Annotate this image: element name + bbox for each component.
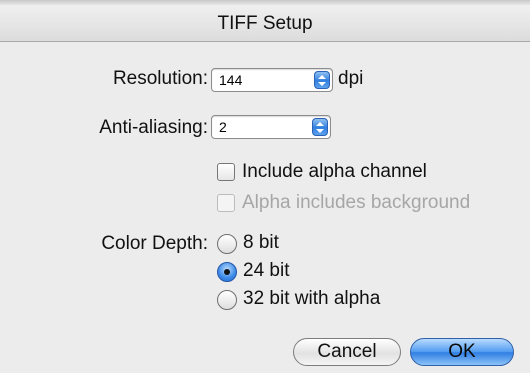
antialiasing-popup[interactable]: 2 (211, 115, 331, 139)
resolution-label: Resolution: (112, 68, 208, 89)
alpha-background-checkbox (217, 194, 235, 212)
up-arrow-icon (318, 75, 326, 79)
resolution-value[interactable]: 144 (219, 72, 242, 88)
include-alpha-checkbox[interactable] (217, 163, 235, 181)
title-bar-edge (0, 0, 530, 5)
color-depth-32bit-label[interactable]: 32 bit with alpha (243, 288, 380, 310)
down-arrow-icon (316, 129, 324, 133)
resolution-combo[interactable]: 144 (211, 68, 333, 92)
antialiasing-value: 2 (219, 119, 227, 135)
antialiasing-label: Anti-aliasing: (99, 117, 208, 138)
up-arrow-icon (316, 122, 324, 126)
title-bar[interactable]: TIFF Setup (0, 0, 530, 42)
resolution-stepper-icon[interactable] (314, 71, 330, 89)
antialiasing-popup-arrows-icon (312, 118, 328, 136)
radio-dot-icon (224, 269, 230, 275)
window-title: TIFF Setup (217, 13, 313, 34)
cancel-button[interactable]: Cancel (293, 338, 401, 366)
down-arrow-icon (318, 82, 326, 86)
color-depth-label: Color Depth: (101, 233, 208, 254)
color-depth-8bit-label[interactable]: 8 bit (243, 232, 279, 254)
alpha-background-label: Alpha includes background (242, 192, 471, 213)
color-depth-24bit-radio[interactable] (217, 262, 237, 282)
ok-button[interactable]: OK (410, 338, 514, 366)
color-depth-8bit-radio[interactable] (217, 234, 237, 254)
resolution-unit: dpi (338, 68, 364, 89)
include-alpha-label[interactable]: Include alpha channel (242, 161, 427, 183)
color-depth-24bit-label[interactable]: 24 bit (243, 260, 289, 282)
color-depth-32bit-radio[interactable] (217, 290, 237, 310)
